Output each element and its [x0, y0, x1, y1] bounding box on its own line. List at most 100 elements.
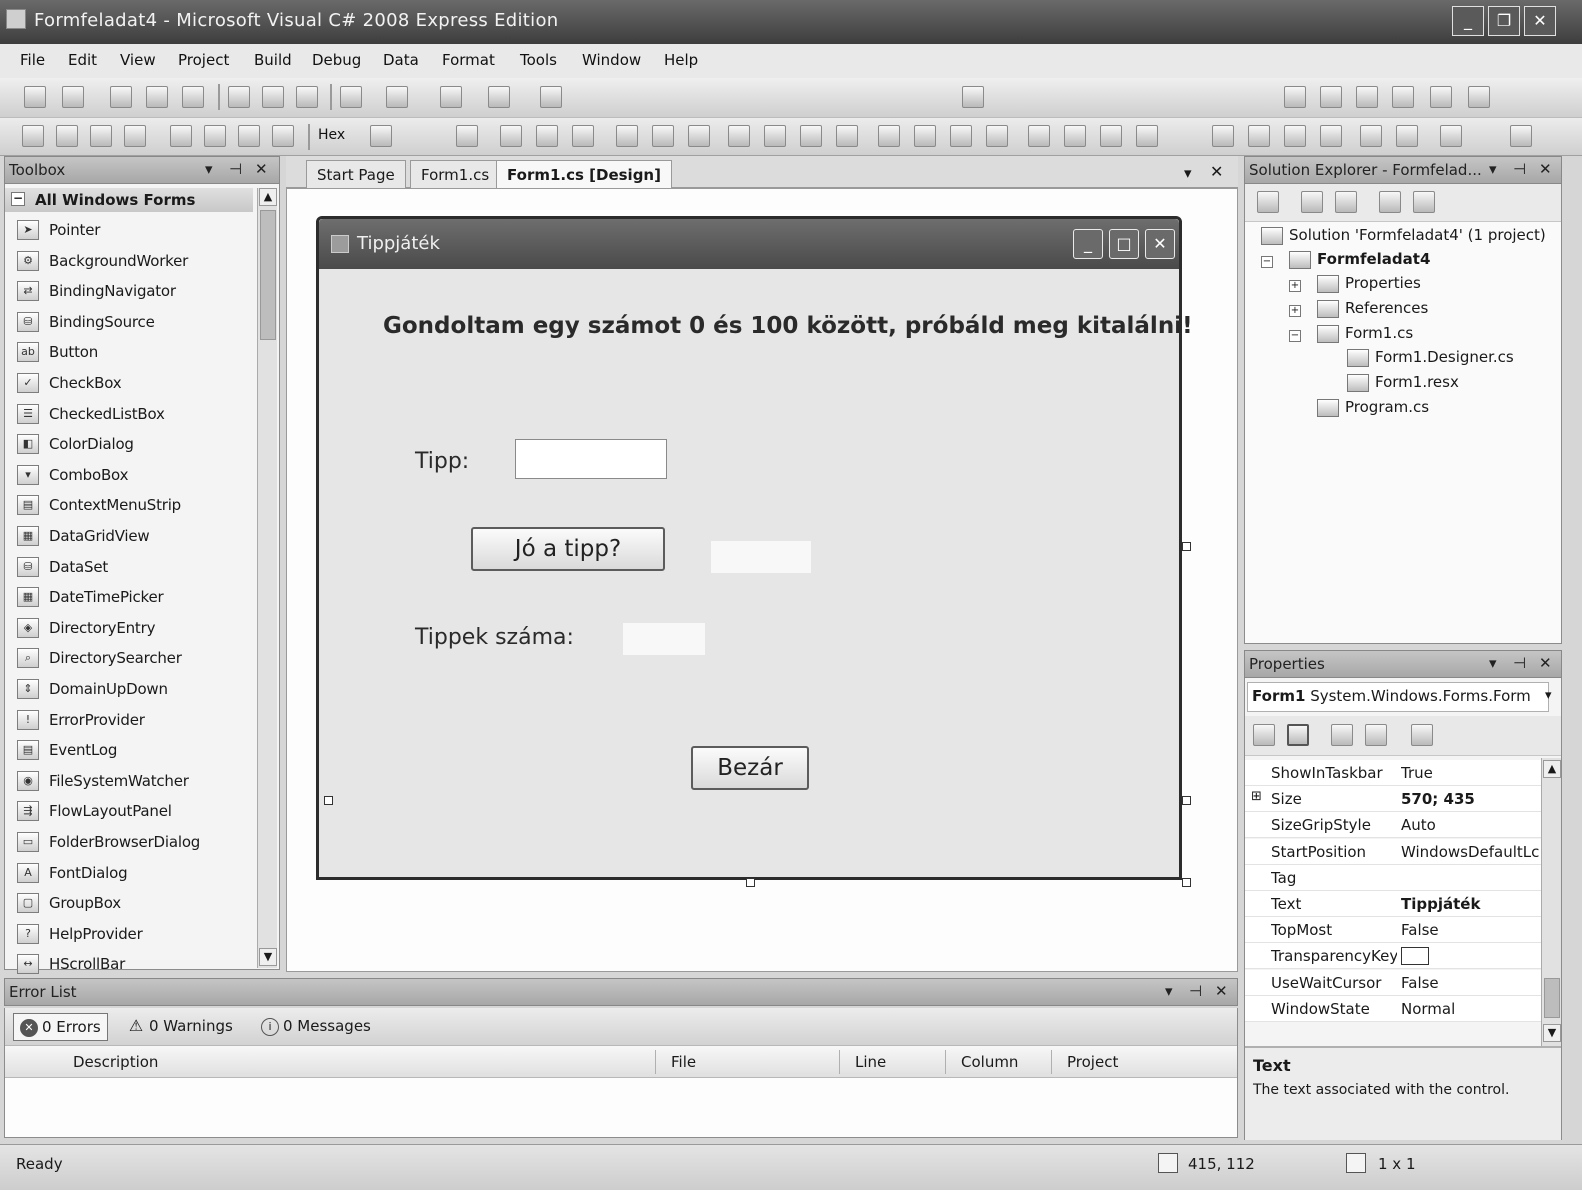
toolbox-item[interactable]: ◈ DirectoryEntry: [5, 614, 253, 644]
cut-icon[interactable]: [228, 86, 250, 108]
restart-icon[interactable]: [124, 125, 146, 147]
property-pages-icon[interactable]: [1411, 724, 1433, 746]
align-to-grid-icon[interactable]: [456, 125, 478, 147]
toolbox-item[interactable]: ➤ Pointer: [5, 216, 253, 246]
toolbox-item[interactable]: ▭ FolderBrowserDialog: [5, 828, 253, 858]
scroll-down-icon[interactable]: ▼: [259, 948, 277, 966]
property-row[interactable]: SizeGripStyle Auto: [1245, 812, 1541, 839]
toolbar-options-icon[interactable]: [1468, 86, 1490, 108]
toolbox-item[interactable]: ▦ DateTimePicker: [5, 583, 253, 613]
make-same-size-icon[interactable]: [800, 125, 822, 147]
column-column[interactable]: Column: [961, 1053, 1018, 1071]
start-debugging-icon[interactable]: [540, 86, 562, 108]
scroll-thumb[interactable]: [1544, 978, 1560, 1018]
expand-icon[interactable]: +: [1289, 280, 1301, 292]
toolbox-item[interactable]: ↔ HScrollBar: [5, 950, 253, 980]
dropdown-icon[interactable]: ▾: [205, 160, 213, 178]
property-value[interactable]: True: [1401, 764, 1539, 782]
dropdown-icon[interactable]: ▾: [1489, 654, 1497, 672]
menu-help[interactable]: Help: [664, 51, 698, 69]
toolbox-item[interactable]: ▢ GroupBox: [5, 889, 253, 919]
pin-icon[interactable]: ⊣: [1513, 160, 1526, 178]
tree-program[interactable]: Program.cs: [1317, 398, 1429, 417]
events-icon[interactable]: [1365, 724, 1387, 746]
toolbox-item[interactable]: ⚙ BackgroundWorker: [5, 247, 253, 277]
scroll-down-icon[interactable]: ▼: [1543, 1024, 1561, 1042]
align-lefts-icon[interactable]: [500, 125, 522, 147]
tree-form1-resx[interactable]: Form1.resx: [1347, 373, 1459, 392]
redo-icon[interactable]: [386, 86, 408, 108]
properties-scrollbar[interactable]: ▲ ▼: [1541, 758, 1561, 1046]
bring-to-front-icon[interactable]: [1284, 125, 1306, 147]
scroll-thumb[interactable]: [260, 210, 276, 340]
pin-icon[interactable]: ⊣: [1189, 982, 1202, 1000]
solution-explorer-icon[interactable]: [1284, 86, 1306, 108]
expand-icon[interactable]: ⊞: [1251, 789, 1262, 804]
hex-toggle[interactable]: Hex: [318, 127, 345, 143]
object-selector[interactable]: Form1 System.Windows.Forms.Form: [1247, 682, 1549, 712]
paste-icon[interactable]: [296, 86, 318, 108]
new-project-icon[interactable]: [24, 86, 46, 108]
dropdown-icon[interactable]: ▾: [1489, 160, 1497, 178]
property-row[interactable]: WindowState Normal: [1245, 995, 1541, 1022]
menu-debug[interactable]: Debug: [312, 51, 361, 69]
property-value[interactable]: 570; 435: [1401, 790, 1539, 808]
toolbox-item[interactable]: ⇕ DomainUpDown: [5, 675, 253, 705]
toolbox-item[interactable]: A FontDialog: [5, 859, 253, 889]
toolbox-item[interactable]: ▤ EventLog: [5, 736, 253, 766]
show-next-statement-icon[interactable]: [170, 125, 192, 147]
toolbox-item[interactable]: ⇄ BindingNavigator: [5, 277, 253, 307]
toolbox-item[interactable]: ! ErrorProvider: [5, 706, 253, 736]
save-icon[interactable]: [146, 86, 168, 108]
property-row[interactable]: StartPosition WindowsDefaultLc: [1245, 838, 1541, 865]
column-line[interactable]: Line: [855, 1053, 886, 1071]
center-horizontally-icon[interactable]: [1212, 125, 1234, 147]
size-to-grid-icon[interactable]: [836, 125, 858, 147]
undo-icon[interactable]: [340, 86, 362, 108]
object-browser-icon[interactable]: [1356, 86, 1378, 108]
menu-window[interactable]: Window: [582, 51, 641, 69]
step-out-icon[interactable]: [272, 125, 294, 147]
vertical-spacing-increase-icon[interactable]: [1064, 125, 1086, 147]
resize-handle-bottom-right[interactable]: [1182, 878, 1191, 887]
toolbox-item[interactable]: ⇶ FlowLayoutPanel: [5, 797, 253, 827]
format-icon[interactable]: [1440, 125, 1462, 147]
lock-controls-icon[interactable]: [1360, 125, 1382, 147]
tab-order-icon[interactable]: [1396, 125, 1418, 147]
tab-form1-design[interactable]: Form1.cs [Design]: [496, 160, 672, 188]
toolbox-item[interactable]: ⛁ BindingSource: [5, 308, 253, 338]
tree-form1-designer[interactable]: Form1.Designer.cs: [1347, 348, 1514, 367]
chevron-down-icon[interactable]: ▾: [1545, 688, 1552, 703]
tipp-input[interactable]: [515, 439, 667, 479]
collapse-icon[interactable]: −: [11, 192, 25, 206]
comment-icon[interactable]: [1510, 125, 1532, 147]
view-designer-icon[interactable]: [1413, 191, 1435, 213]
toolbox-scrollbar[interactable]: ▲ ▼: [257, 188, 277, 968]
property-row[interactable]: Tag: [1245, 864, 1541, 891]
play-icon[interactable]: [22, 125, 44, 147]
close-icon[interactable]: ✕: [1539, 654, 1552, 672]
scroll-up-icon[interactable]: ▲: [259, 188, 277, 206]
toolbox-item[interactable]: ✓ CheckBox: [5, 369, 253, 399]
toolbox-item[interactable]: ▾ ComboBox: [5, 461, 253, 491]
errors-filter-button[interactable]: ✕ 0 Errors: [13, 1013, 108, 1041]
messages-filter-button[interactable]: i0 Messages: [255, 1013, 377, 1041]
step-into-icon[interactable]: [204, 125, 226, 147]
menu-format[interactable]: Format: [442, 51, 495, 69]
property-row[interactable]: TopMost False: [1245, 917, 1541, 944]
property-value[interactable]: False: [1401, 921, 1539, 939]
horizontal-spacing-decrease-icon[interactable]: [950, 125, 972, 147]
navigate-forward-icon[interactable]: [488, 86, 510, 108]
property-row[interactable]: TransparencyKey: [1245, 943, 1541, 970]
tree-references[interactable]: References: [1317, 299, 1428, 318]
toolbox-item[interactable]: ☰ CheckedListBox: [5, 400, 253, 430]
toolbox-item[interactable]: ▦ DataGridView: [5, 522, 253, 552]
tree-form1[interactable]: Form1.cs: [1317, 324, 1413, 343]
pin-icon[interactable]: ⊣: [1513, 654, 1526, 672]
tree-solution[interactable]: Solution 'Formfeladat4' (1 project): [1261, 226, 1546, 245]
toolbox-item[interactable]: ⌕ DirectorySearcher: [5, 644, 253, 674]
designer-form[interactable]: Tippjáték _ □ ✕ Gondoltam egy számot 0 é…: [316, 216, 1193, 880]
tab-list-dropdown-icon[interactable]: ▾: [1184, 164, 1192, 182]
refresh-icon[interactable]: [1335, 191, 1357, 213]
tree-project[interactable]: Formfeladat4: [1289, 250, 1430, 269]
